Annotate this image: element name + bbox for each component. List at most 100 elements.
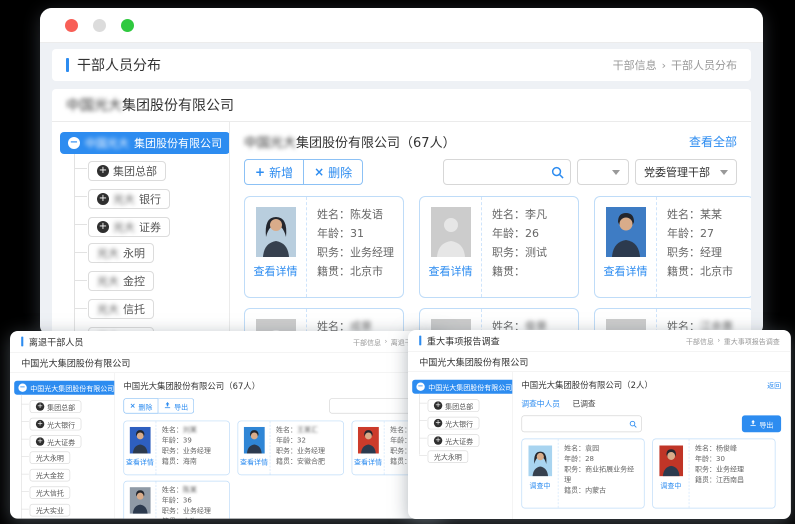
person-photo: [358, 427, 379, 454]
view-detail-link[interactable]: 查看详情: [126, 517, 154, 519]
breadcrumb-item-current: 重大事项报告调查: [724, 335, 780, 346]
person-fields: 姓名：王某汇年龄：32职务：业务经理籍贯：安徽合肥: [270, 421, 343, 474]
export-button[interactable]: 导出: [742, 415, 781, 432]
tree-root-node[interactable]: −中国光大集团股份有限公司: [60, 132, 230, 154]
section-company-text: 集团股份有限公司: [296, 132, 400, 151]
tree-children: +集团总部+光大银行+光大证券光大永明光大金控光大信托光大实业+光大香港: [21, 398, 114, 519]
expand-plus-icon[interactable]: +: [434, 401, 442, 409]
export-button[interactable]: 导出: [159, 398, 195, 413]
tree-item-label: 永明: [123, 245, 145, 261]
filter-select[interactable]: [577, 159, 629, 185]
view-detail-link[interactable]: 查看详情: [354, 456, 382, 467]
search-icon[interactable]: [551, 166, 570, 179]
search-input[interactable]: [522, 416, 629, 431]
delete-button[interactable]: × 删除: [123, 398, 158, 413]
tree-root-label: 中国光大集团股份有限公司: [30, 382, 114, 393]
search-icon[interactable]: [629, 420, 641, 428]
minimize-window-button[interactable]: [93, 19, 106, 32]
tree-node: +光大证券: [428, 432, 513, 445]
tree-item[interactable]: +集团总部: [30, 400, 82, 413]
field-label: 年龄：: [276, 437, 297, 445]
tree-item[interactable]: +光大证券: [30, 435, 82, 448]
field-value: 32: [297, 437, 306, 445]
breadcrumb-item[interactable]: 干部信息: [613, 57, 657, 73]
expand-plus-icon[interactable]: +: [97, 165, 109, 177]
title-accent-bar: [419, 336, 421, 346]
close-icon: ×: [130, 402, 136, 410]
view-detail-link[interactable]: 查看详情: [429, 263, 473, 279]
view-detail-link[interactable]: 查看详情: [604, 263, 648, 279]
expand-plus-icon[interactable]: +: [36, 437, 44, 445]
tree-node: 光大永明: [88, 242, 229, 262]
tab-under-investigation[interactable]: 调查中人员: [521, 398, 560, 409]
field-label: 姓名：: [695, 445, 716, 453]
field-value: 袁园: [585, 445, 599, 453]
person-field: 籍贯：海南: [162, 456, 229, 467]
tree-item[interactable]: 光大永明: [428, 450, 469, 463]
title-accent-bar: [21, 337, 23, 347]
window-titlebar: [40, 8, 763, 43]
tree-item[interactable]: +光大证券: [428, 434, 480, 447]
tree-item-label: 光大永明: [36, 452, 64, 462]
tree-item[interactable]: +光大银行: [428, 417, 480, 430]
tree-item[interactable]: 光大永明: [30, 451, 71, 464]
tree-item-label-redacted: 光大: [113, 219, 135, 235]
expand-plus-icon[interactable]: +: [36, 402, 44, 410]
person-field: 籍贯：: [492, 262, 578, 281]
delete-button[interactable]: × 删除: [304, 159, 363, 185]
tree-item[interactable]: +光大银行: [88, 189, 170, 209]
field-value: 业务经理: [716, 466, 744, 474]
field-label: 年龄：: [695, 455, 716, 463]
expand-plus-icon[interactable]: +: [434, 419, 442, 427]
content-area: 中国光大集团股份有限公司（2人） 返回 调查中人员 已调查: [513, 372, 791, 519]
tree-root-node[interactable]: −中国光大集团股份有限公司: [412, 380, 513, 394]
tree-item[interactable]: 光大金控: [88, 271, 154, 291]
tree-item[interactable]: 光大永明: [88, 243, 154, 263]
view-detail-link[interactable]: 查看详情: [254, 263, 298, 279]
tree-item[interactable]: 光大实业: [30, 504, 71, 517]
maximize-window-button[interactable]: [121, 19, 134, 32]
tree-node: +光大证券: [30, 433, 115, 446]
view-detail-link[interactable]: 查看详情: [126, 456, 154, 467]
collapse-minus-icon[interactable]: −: [18, 384, 26, 392]
view-all-link[interactable]: 查看全部: [689, 133, 737, 150]
tab-investigated[interactable]: 已调查: [573, 398, 596, 409]
tree-item-label: 光大金控: [36, 470, 64, 481]
section-header-title: 中国光大集团股份有限公司（2人）: [521, 379, 652, 391]
expand-plus-icon[interactable]: +: [36, 420, 44, 428]
tree-item[interactable]: +光大银行: [30, 418, 82, 431]
collapse-minus-icon[interactable]: −: [416, 383, 424, 391]
breadcrumb-item[interactable]: 干部信息: [686, 335, 714, 346]
company-title-redacted: 中国光大: [66, 95, 122, 115]
tree-item[interactable]: 光大金控: [30, 469, 71, 482]
cadre-type-select[interactable]: 党委管理干部: [635, 159, 737, 185]
tree-item-label-redacted: 光大: [97, 245, 119, 261]
add-button[interactable]: + 新增: [244, 159, 304, 185]
field-label: 年龄：: [317, 227, 350, 240]
field-label: 姓名：: [492, 208, 525, 221]
field-label: 职务：: [162, 447, 183, 455]
tree-item[interactable]: +集团总部: [88, 161, 166, 181]
retired-cadres-window-wrap: 离退干部人员 干部信息 › 离退干部人员 中国光大集团股份有限公司 −中国光大集…: [10, 331, 444, 519]
delete-button-label: 删除: [328, 164, 352, 181]
field-value: 业务经理: [350, 246, 394, 259]
breadcrumb-item[interactable]: 干部信息: [353, 336, 381, 347]
person-field: 年龄：39: [162, 435, 229, 446]
tree-item[interactable]: 光大信托: [88, 299, 154, 319]
tree-root-node[interactable]: −中国光大集团股份有限公司: [14, 381, 115, 395]
search-input[interactable]: [444, 160, 551, 184]
expand-plus-icon[interactable]: +: [434, 436, 442, 444]
investigating-link[interactable]: 调查中: [529, 480, 550, 491]
back-link[interactable]: 返回: [767, 379, 781, 390]
expand-plus-icon[interactable]: +: [97, 221, 109, 233]
investigating-link[interactable]: 调查中: [660, 480, 681, 491]
close-window-button[interactable]: [65, 19, 78, 32]
field-label: 年龄：: [162, 497, 183, 505]
view-detail-link[interactable]: 查看详情: [240, 456, 268, 467]
tree-item[interactable]: 光大信托: [30, 486, 71, 499]
collapse-minus-icon[interactable]: −: [68, 137, 80, 149]
tree-item[interactable]: +光大证券: [88, 217, 170, 237]
search-box: [443, 159, 571, 185]
expand-plus-icon[interactable]: +: [97, 193, 109, 205]
tree-item[interactable]: +集团总部: [428, 399, 480, 412]
